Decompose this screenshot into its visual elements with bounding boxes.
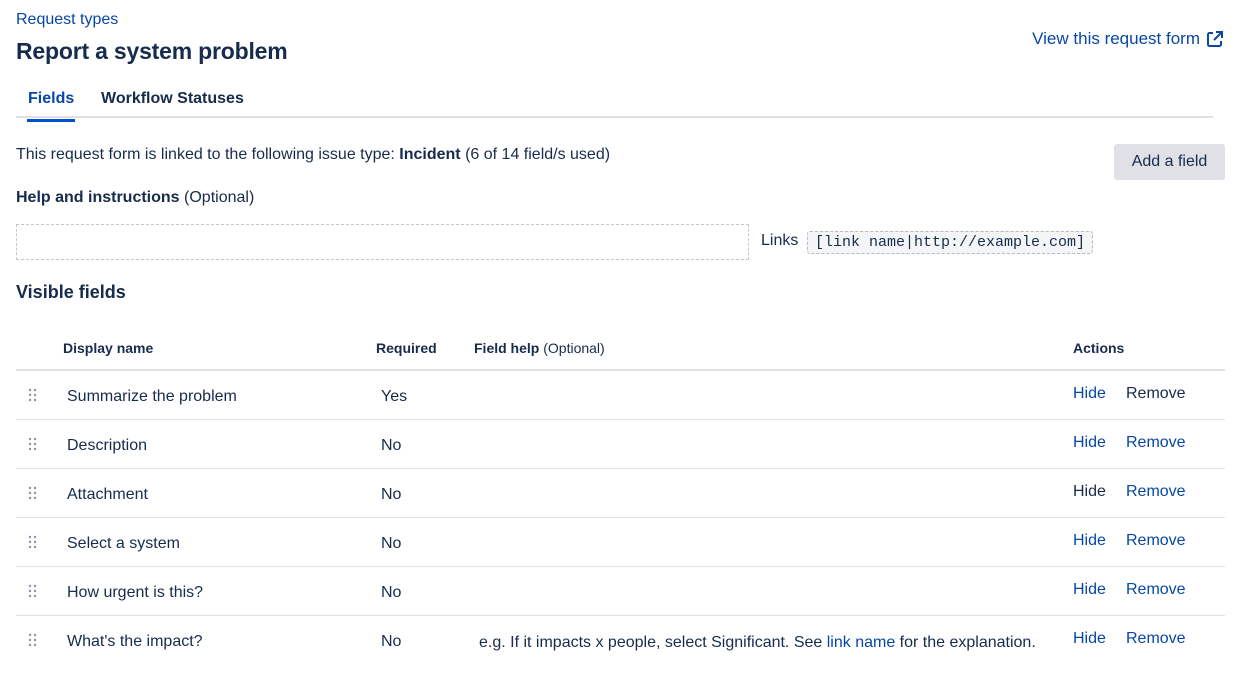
- field-required-value: No: [381, 437, 402, 454]
- links-label: Links: [761, 232, 799, 249]
- table-row: Description No Hide Remove: [16, 420, 1225, 469]
- column-actions: Actions: [1073, 340, 1125, 356]
- drag-handle-icon[interactable]: [28, 485, 37, 502]
- column-field-help: Field help (Optional): [474, 340, 605, 356]
- hide-action[interactable]: Hide: [1073, 630, 1106, 648]
- links-syntax-code: [link name|http://example.com]: [807, 231, 1094, 254]
- field-display-name: How urgent is this?: [67, 584, 204, 601]
- field-display-name: Summarize the problem: [67, 388, 237, 405]
- table-row: How urgent is this? No Hide Remove: [16, 567, 1225, 616]
- view-request-form-label[interactable]: View this request form: [1032, 29, 1200, 49]
- field-display-name: Attachment: [67, 486, 148, 503]
- add-field-button[interactable]: Add a field: [1114, 144, 1225, 180]
- hide-action[interactable]: Hide: [1073, 385, 1106, 403]
- help-optional-text: (Optional): [179, 189, 255, 206]
- tab-workflow-statuses[interactable]: Workflow Statuses: [101, 90, 244, 116]
- linked-issue-type-text: This request form is linked to the follo…: [16, 146, 610, 164]
- hide-action: Hide: [1073, 483, 1106, 500]
- help-label-text: Help and instructions: [16, 189, 180, 206]
- drag-handle-icon[interactable]: [28, 534, 37, 551]
- breadcrumb[interactable]: Request types: [16, 11, 118, 29]
- remove-action: Remove: [1126, 385, 1186, 402]
- field-required-value: No: [381, 535, 402, 552]
- remove-action[interactable]: Remove: [1126, 483, 1186, 501]
- field-required-value: No: [381, 486, 402, 503]
- drag-handle-icon[interactable]: [28, 436, 37, 453]
- field-help-text: e.g. If it impacts x people, select Sign…: [479, 631, 1039, 655]
- field-required-value: Yes: [381, 388, 408, 405]
- remove-action[interactable]: Remove: [1126, 532, 1186, 550]
- table-row: Attachment No Hide Remove: [16, 469, 1225, 518]
- field-display-name: Description: [67, 437, 148, 454]
- field-display-name: Select a system: [67, 535, 180, 552]
- column-display-name: Display name: [63, 340, 154, 356]
- table-row: Summarize the problem Yes Hide Remove: [16, 371, 1225, 420]
- tab-bar: Fields Workflow Statuses: [16, 86, 1213, 122]
- visible-fields-title: Visible fields: [16, 282, 126, 302]
- fields-used-count: (6 of 14 field/s used): [460, 146, 611, 163]
- page-title: Report a system problem: [16, 38, 288, 64]
- issue-type-name: Incident: [399, 146, 461, 163]
- hide-action[interactable]: Hide: [1073, 532, 1106, 550]
- remove-action[interactable]: Remove: [1126, 434, 1186, 452]
- field-display-name: What's the impact?: [67, 633, 203, 650]
- linked-prefix: This request form is linked to the follo…: [16, 146, 400, 163]
- hide-action[interactable]: Hide: [1073, 434, 1106, 452]
- table-header: Display name Required Field help (Option…: [16, 332, 1225, 371]
- column-required: Required: [376, 340, 437, 356]
- field-required-value: No: [381, 584, 402, 601]
- field-help-optional: (Optional): [539, 340, 605, 356]
- remove-action[interactable]: Remove: [1126, 630, 1186, 648]
- field-help-link[interactable]: link name: [827, 634, 895, 651]
- drag-handle-icon[interactable]: [28, 632, 37, 649]
- external-link-icon: [1207, 31, 1223, 47]
- help-instructions-label: Help and instructions (Optional): [16, 189, 254, 207]
- table-row: What's the impact? No e.g. If it impacts x…: [16, 616, 1225, 684]
- drag-handle-icon[interactable]: [28, 387, 37, 404]
- tab-fields[interactable]: Fields: [26, 90, 76, 122]
- help-instructions-input[interactable]: [16, 224, 749, 260]
- field-required-value: No: [381, 633, 402, 650]
- field-help-label: Field help: [474, 340, 540, 356]
- drag-handle-icon[interactable]: [28, 583, 37, 600]
- field-help-after: for the explanation.: [895, 634, 1036, 651]
- field-help-before: e.g. If it impacts x people, select Sign…: [479, 634, 827, 651]
- view-request-form-link[interactable]: View this request form: [1032, 29, 1224, 49]
- remove-action[interactable]: Remove: [1126, 581, 1186, 599]
- table-row: Select a system No Hide Remove: [16, 518, 1225, 567]
- hide-action[interactable]: Hide: [1073, 581, 1106, 599]
